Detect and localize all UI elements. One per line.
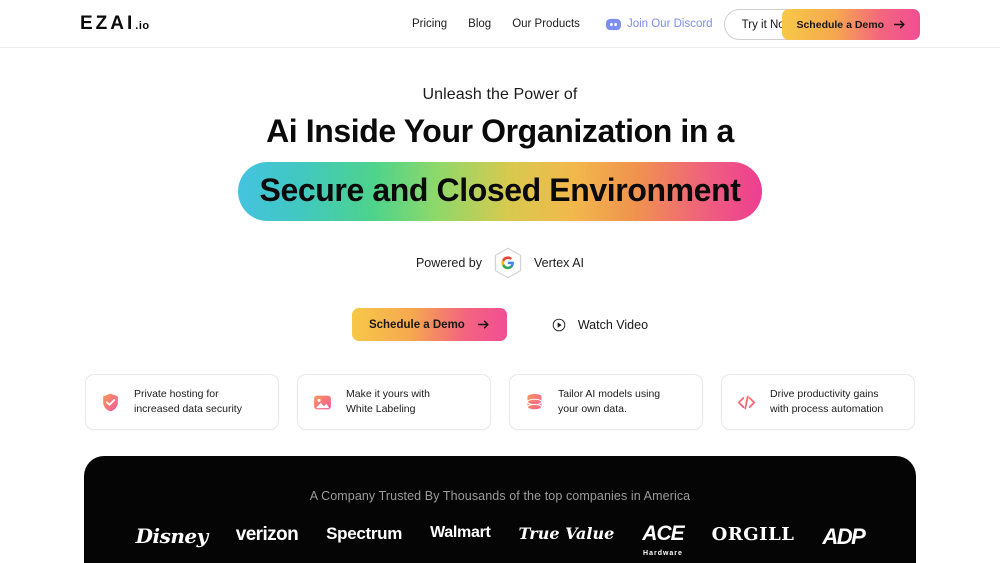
brand-logo[interactable]: EZAI.io: [80, 13, 150, 37]
trusted-companies-section: A Company Trusted By Thousands of the to…: [84, 456, 916, 563]
feature-card-text: Drive productivity gains with process au…: [770, 387, 883, 417]
shield-check-icon: [100, 392, 121, 413]
logo-ace: ACE Hardware: [642, 522, 684, 563]
feature-card-text: Make it yours with White Labeling: [346, 387, 430, 417]
feature-card[interactable]: Drive productivity gains with process au…: [721, 374, 915, 430]
watch-video-label: Watch Video: [577, 317, 649, 332]
feature-card-line2: White Labeling: [346, 403, 416, 415]
hero-cta-row: Schedule a Demo Watch Video: [0, 308, 1000, 341]
site-header: EZAI.io Pricing Blog Our Products Join O…: [0, 0, 1000, 48]
feature-card-line2: your own data.: [558, 403, 627, 415]
nav-our-products[interactable]: Our Products: [512, 18, 580, 30]
database-icon: [524, 392, 545, 413]
logo-truevalue: True Value: [518, 524, 615, 543]
company-logo-row: Disney verizon Spectrum Walmart True Val…: [84, 522, 916, 563]
schedule-demo-header-label: Schedule a Demo: [796, 18, 884, 31]
hero-highlight-pill: Secure and Closed Environment: [237, 162, 763, 221]
feature-card[interactable]: Tailor AI models using your own data.: [509, 374, 703, 430]
powered-by-label: Powered by: [415, 256, 482, 270]
powered-by-row: Powered by Vertex AI: [0, 247, 1000, 279]
feature-card[interactable]: Private hosting for increased data secur…: [85, 374, 279, 430]
discord-icon: [605, 17, 621, 32]
nav-blog[interactable]: Blog: [468, 18, 491, 30]
logo-orgill: ORGILL: [711, 524, 795, 545]
feature-card-line2: increased data security: [134, 403, 242, 415]
logo-ace-label: ACE: [642, 522, 684, 545]
feature-card-line1: Make it yours with: [346, 388, 431, 400]
arrow-right-icon: [477, 318, 490, 331]
brand-logo-suffix: .io: [135, 20, 150, 32]
google-vertex-hexagon-icon: [493, 247, 523, 279]
hero-eyebrow: Unleash the Power of: [422, 86, 578, 103]
nav-join-discord[interactable]: Join Our Discord: [605, 17, 713, 32]
image-icon: [312, 392, 333, 413]
nav-pricing[interactable]: Pricing: [412, 18, 447, 30]
arrow-right-icon: [893, 18, 906, 31]
logo-verizon: verizon: [235, 524, 299, 545]
main-nav: Pricing Blog Our Products Join Our Disco…: [412, 0, 713, 48]
schedule-demo-hero-button[interactable]: Schedule a Demo: [351, 308, 507, 341]
feature-card-line2: with process automation: [770, 403, 884, 415]
feature-card-line1: Tailor AI models using: [558, 388, 661, 400]
play-circle-icon: [552, 318, 566, 332]
feature-card-text: Tailor AI models using your own data.: [558, 387, 660, 417]
logo-walmart: Walmart: [430, 524, 491, 541]
powered-by-brand: Vertex AI: [533, 256, 585, 270]
logo-spectrum: Spectrum: [326, 524, 403, 543]
code-icon: [736, 392, 757, 413]
trusted-companies-title: A Company Trusted By Thousands of the to…: [309, 489, 691, 503]
feature-card-text: Private hosting for increased data secur…: [134, 387, 242, 417]
schedule-demo-header-button[interactable]: Schedule a Demo: [782, 9, 920, 40]
feature-card-list: Private hosting for increased data secur…: [0, 374, 1000, 430]
schedule-demo-hero-label: Schedule a Demo: [368, 318, 465, 331]
feature-card[interactable]: Make it yours with White Labeling: [297, 374, 491, 430]
feature-card-line1: Drive productivity gains: [770, 388, 879, 400]
feature-card-line1: Private hosting for: [134, 388, 219, 400]
brand-logo-main: EZAI: [80, 13, 136, 34]
hero-section: Unleash the Power of Ai Inside Your Orga…: [0, 86, 1000, 430]
logo-ace-sublabel: Hardware: [643, 550, 683, 557]
hero-headline: Ai Inside Your Organization in a: [266, 113, 734, 149]
logo-adp: ADP: [822, 524, 865, 549]
logo-disney: Disney: [135, 524, 209, 548]
watch-video-button[interactable]: Watch Video: [552, 318, 648, 332]
nav-join-discord-label: Join Our Discord: [626, 18, 713, 30]
hero-highlight-wrap: Secure and Closed Environment: [0, 162, 1000, 221]
